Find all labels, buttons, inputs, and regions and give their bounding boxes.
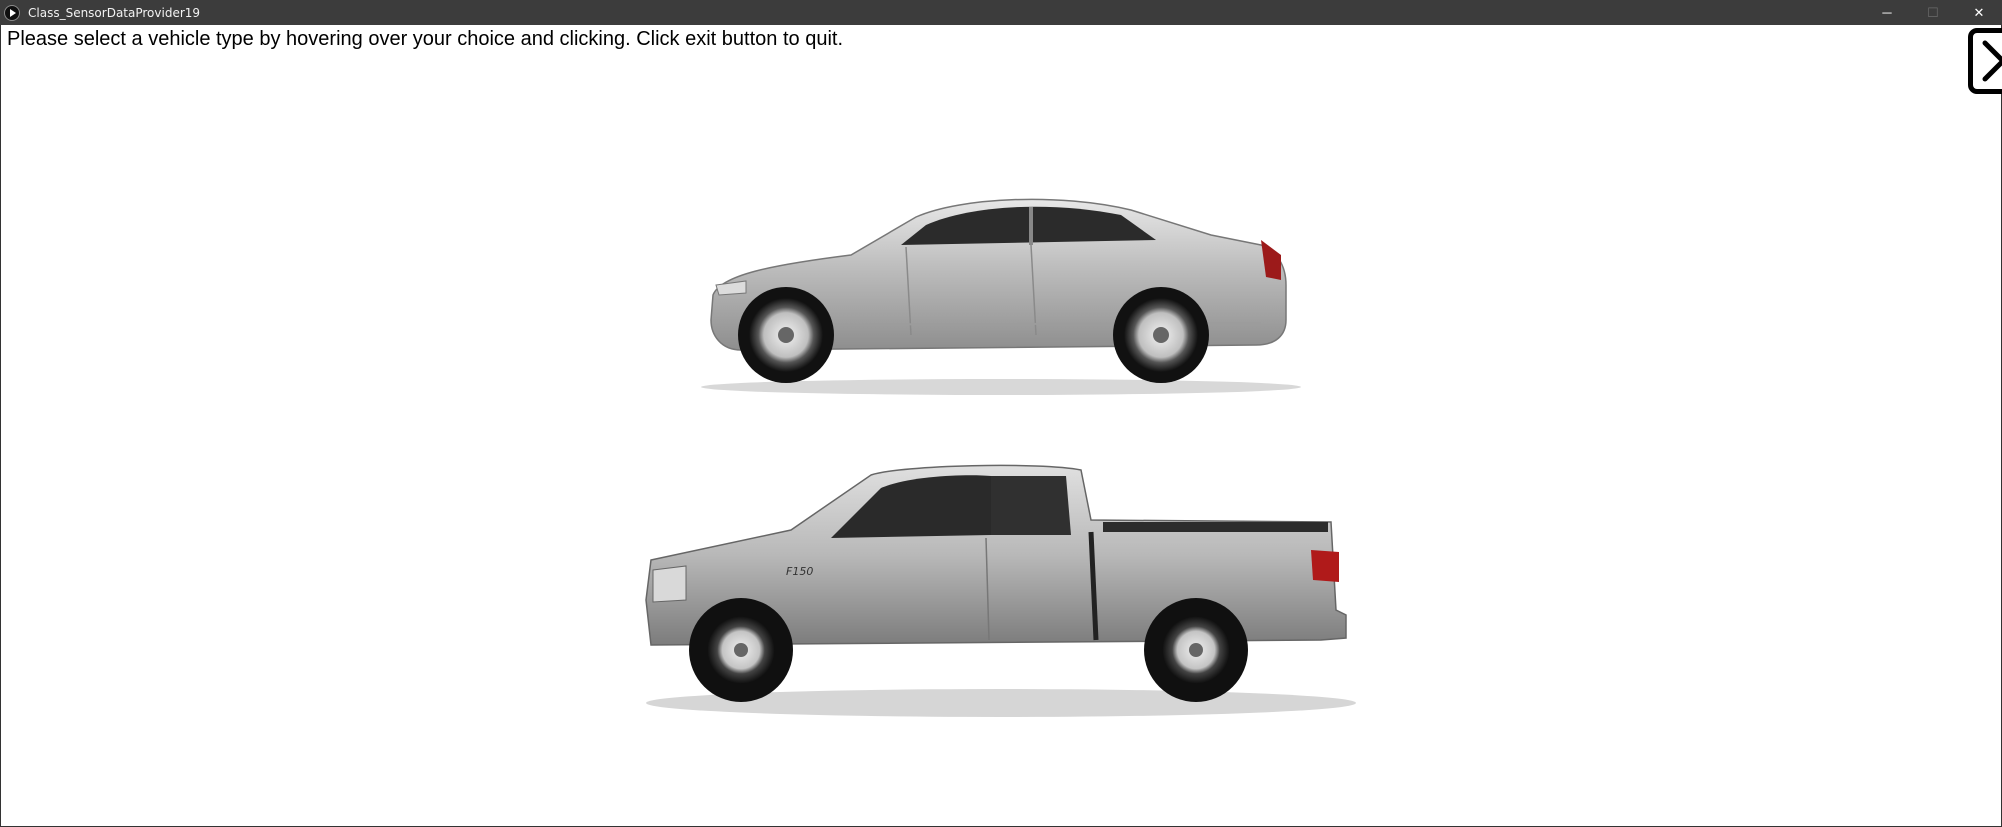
title-bar: Class_SensorDataProvider19 ─ ☐ ✕ (0, 0, 2002, 25)
f150-badge: F150 (786, 565, 813, 578)
app-canvas: Please select a vehicle type by hovering… (0, 25, 2002, 827)
window-controls: ─ ☐ ✕ (1864, 0, 2002, 25)
pickup-truck-option[interactable]: F150 (641, 460, 1361, 735)
app-play-icon (4, 4, 20, 21)
maximize-button: ☐ (1927, 4, 1939, 20)
close-window-button[interactable]: ✕ (1956, 0, 2002, 25)
minimize-button[interactable]: ─ (1864, 0, 1910, 25)
close-x-icon (1982, 40, 2002, 82)
exit-button[interactable] (1968, 28, 2002, 94)
sedan-car-image (701, 198, 1301, 395)
window-title: Class_SensorDataProvider19 (28, 5, 201, 20)
sedan-option[interactable] (701, 185, 1301, 405)
instructions-text: Please select a vehicle type by hovering… (7, 28, 843, 50)
pickup-truck-image: F150 (645, 464, 1356, 717)
